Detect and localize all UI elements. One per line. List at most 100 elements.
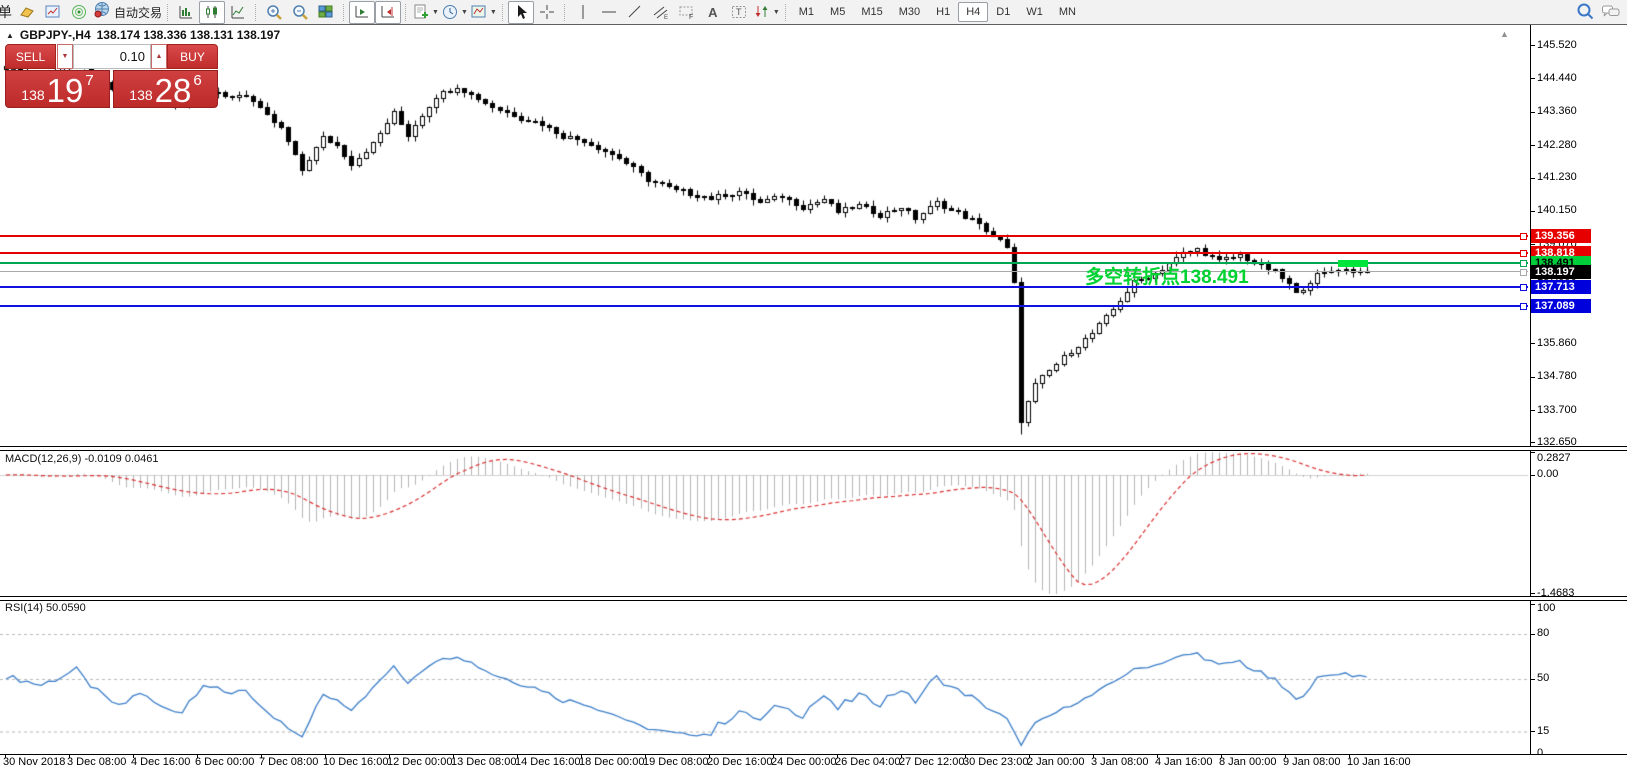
panel-splitter[interactable] [0, 446, 1627, 451]
level-line-handle[interactable] [1520, 233, 1527, 240]
buy-button[interactable]: BUY [167, 44, 218, 69]
timeframe-m15[interactable]: M15 [853, 2, 890, 22]
search-icon[interactable] [1573, 1, 1599, 24]
time-axis-label: 24 Dec 00:00 [771, 756, 836, 767]
svg-text:F: F [689, 14, 693, 21]
timeframe-m1[interactable]: M1 [791, 2, 822, 22]
chart-shift-marker-icon[interactable]: ▲ [1500, 29, 1509, 39]
sell-price-whole: 138 [21, 88, 44, 102]
new-order-icon[interactable] [14, 1, 40, 24]
buy-quote[interactable]: 138 28 6 [113, 70, 218, 108]
horizontal-level-line[interactable] [0, 305, 1528, 307]
green-line-segment[interactable] [1338, 260, 1368, 267]
sell-price-point: 7 [85, 73, 93, 88]
timeframe-w1[interactable]: W1 [1018, 2, 1051, 22]
price-level-label: 138.197 [1531, 265, 1591, 279]
chevron-down-icon: ▼ [490, 9, 497, 16]
buy-price-point: 6 [193, 73, 201, 88]
buy-price-whole: 138 [129, 88, 152, 102]
price-level-label: 137.713 [1531, 280, 1591, 294]
sell-button[interactable]: SELL [5, 44, 56, 69]
zoom-out-icon[interactable] [287, 1, 313, 24]
price-axis-tick: 134.780 [1537, 370, 1577, 382]
signal-icon[interactable] [66, 1, 92, 24]
channel-icon[interactable]: E [648, 1, 674, 24]
new-order-button[interactable]: 单 [0, 2, 12, 22]
horizontal-level-line[interactable] [0, 286, 1528, 288]
arrows-icon[interactable]: ▼ [752, 1, 781, 24]
chart-title-ohlc: 138.174 138.336 138.131 138.197 [97, 28, 281, 42]
time-axis-label: 10 Dec 16:00 [323, 756, 388, 767]
horizontal-line-icon[interactable] [596, 1, 622, 24]
text-label-icon[interactable]: T [726, 1, 752, 24]
cursor-icon[interactable] [508, 1, 534, 24]
horizontal-level-line[interactable] [0, 271, 1528, 272]
time-axis-label: 4 Dec 16:00 [131, 756, 190, 767]
templates-icon[interactable]: ▼ [469, 1, 498, 24]
timeframe-h4[interactable]: H4 [958, 2, 988, 22]
macd-header: MACD(12,26,9) -0.0109 0.0461 [5, 453, 158, 465]
zoom-in-icon[interactable] [261, 1, 287, 24]
timeframe-m30[interactable]: M30 [891, 2, 928, 22]
horizontal-level-line[interactable] [0, 252, 1528, 254]
timeframe-group: M1M5M15M30H1H4D1W1MN [791, 2, 1084, 22]
chat-icon[interactable] [1599, 1, 1625, 24]
time-axis-label: 19 Dec 08:00 [643, 756, 708, 767]
sell-quote[interactable]: 138 19 7 [5, 70, 110, 108]
chevron-down-icon: ▼ [461, 9, 468, 16]
trendline-icon[interactable] [622, 1, 648, 24]
volume-increase-button[interactable]: ▲ [151, 44, 167, 69]
crosshair-icon[interactable] [534, 1, 560, 24]
timeframe-m5[interactable]: M5 [822, 2, 853, 22]
level-line-handle[interactable] [1520, 269, 1527, 276]
text-icon[interactable]: A [700, 1, 726, 24]
time-axis-label: 18 Dec 00:00 [579, 756, 644, 767]
time-axis-label: 4 Jan 16:00 [1155, 756, 1213, 767]
time-axis-label: 6 Dec 00:00 [195, 756, 254, 767]
toolbar-separator [564, 4, 566, 21]
price-axis-tick: 144.440 [1537, 72, 1577, 84]
macd-panel-canvas[interactable] [0, 450, 1627, 596]
market-watch-icon[interactable] [40, 1, 66, 24]
line-chart-icon[interactable] [225, 1, 251, 24]
chevron-down-icon: ▼ [432, 9, 439, 16]
price-level-label: 139.356 [1531, 229, 1591, 243]
rsi-axis-tick: 80 [1537, 627, 1549, 639]
horizontal-level-line[interactable] [0, 235, 1528, 237]
autotrade-button[interactable]: 自动交易 [92, 1, 163, 24]
volume-input[interactable]: 0.10 [73, 44, 151, 69]
timeframe-mn[interactable]: MN [1051, 2, 1084, 22]
svg-text:E: E [664, 15, 668, 21]
toolbar-separator [502, 4, 504, 21]
panel-splitter[interactable] [0, 596, 1627, 601]
time-axis-label: 27 Dec 12:00 [899, 756, 964, 767]
periods-icon[interactable]: ▼ [440, 1, 469, 24]
rsi-axis-tick: 50 [1537, 672, 1549, 684]
rsi-panel-canvas[interactable] [0, 601, 1627, 754]
level-line-handle[interactable] [1520, 284, 1527, 291]
main-toolbar: 单 自动交易 ▼ ▼ ▼ E F A T ▼ M1M [0, 0, 1627, 25]
vertical-line-icon[interactable] [570, 1, 596, 24]
tile-windows-icon[interactable] [313, 1, 339, 24]
toolbar-separator [405, 4, 407, 21]
candlestick-chart-icon[interactable] [199, 1, 225, 24]
volume-decrease-button[interactable]: ▼ [57, 44, 73, 69]
chevron-down-icon: ▼ [773, 9, 780, 16]
timeframe-d1[interactable]: D1 [988, 2, 1018, 22]
time-axis-label: 12 Dec 00:00 [387, 756, 452, 767]
level-line-handle[interactable] [1520, 303, 1527, 310]
svg-text:T: T [736, 7, 742, 17]
level-line-handle[interactable] [1520, 260, 1527, 267]
level-line-handle[interactable] [1520, 250, 1527, 257]
auto-scroll-icon[interactable] [375, 1, 401, 24]
horizontal-level-line[interactable] [0, 262, 1528, 264]
collapse-arrow-icon[interactable]: ▲ [6, 31, 14, 40]
add-indicator-icon[interactable]: ▼ [411, 1, 440, 24]
price-level-label: 137.089 [1531, 299, 1591, 313]
chart-shift-icon[interactable] [349, 1, 375, 24]
timeframe-h1[interactable]: H1 [928, 2, 958, 22]
turning-point-annotation[interactable]: 多空转折点138.491 [1085, 262, 1249, 289]
bar-chart-icon[interactable] [173, 1, 199, 24]
price-axis-tick: 143.360 [1537, 105, 1577, 117]
fibonacci-icon[interactable]: F [674, 1, 700, 24]
